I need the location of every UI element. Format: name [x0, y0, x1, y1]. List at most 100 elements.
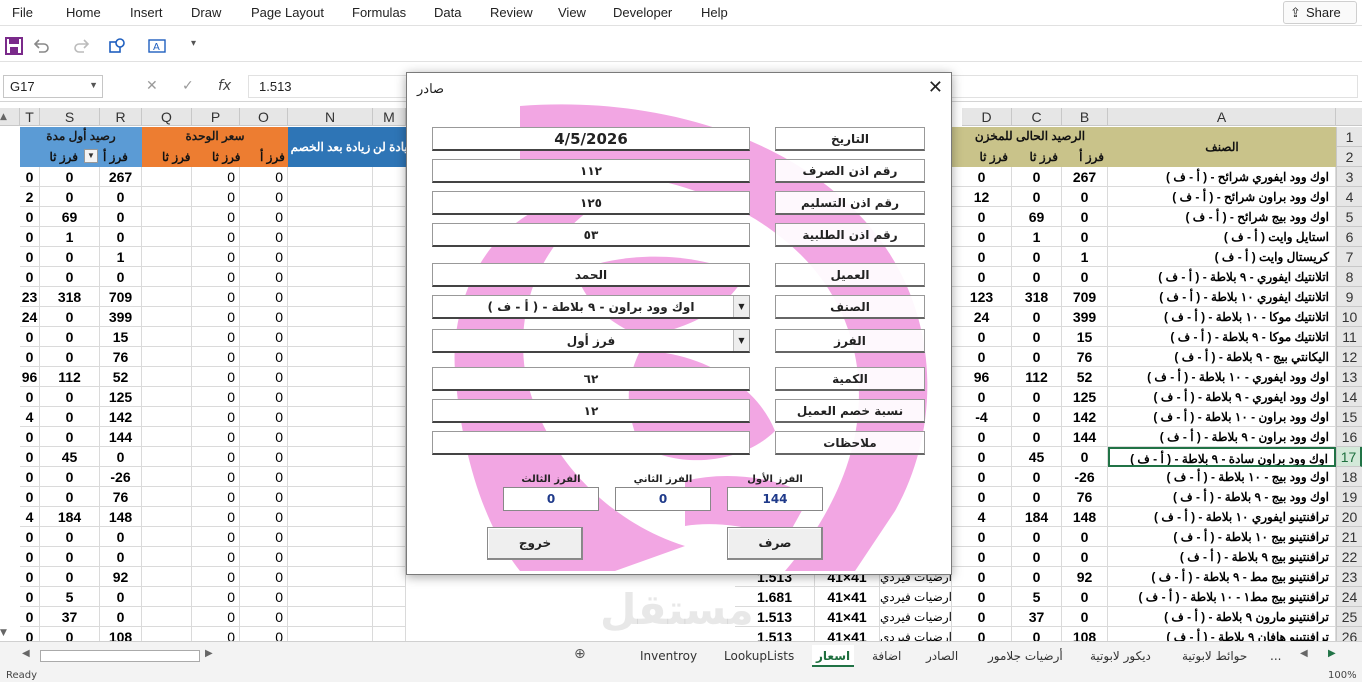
table-cell[interactable]: 0: [192, 207, 240, 227]
table-cell[interactable]: 0: [1012, 547, 1062, 567]
col-header-d[interactable]: D: [962, 108, 1012, 126]
row-header-2[interactable]: 2: [1336, 147, 1362, 167]
save-icon[interactable]: [5, 37, 23, 55]
row-header-22[interactable]: 22: [1336, 547, 1362, 567]
item-name-cell[interactable]: اتلانتيك موكا - ٩ بلاطة - ( أ - ف ): [1108, 327, 1336, 347]
item-select[interactable]: اوك وود براون - ٩ بلاطة - ( أ - ف ) ▼: [432, 295, 750, 319]
filter-icon[interactable]: ▼: [84, 149, 98, 163]
table-cell[interactable]: 0: [952, 567, 1012, 587]
table-cell[interactable]: -26: [100, 467, 142, 487]
item-name-cell[interactable]: اوك وود براون - ١٠ بلاطة - ( أ - ف ): [1108, 407, 1336, 427]
table-cell[interactable]: 318: [1012, 287, 1062, 307]
item-name-cell[interactable]: ترافنتينو هافان ٩ بلاطة - ( أ - ف ): [1108, 627, 1336, 641]
chevron-down-icon[interactable]: ▼: [733, 330, 749, 351]
table-cell[interactable]: 0: [192, 527, 240, 547]
table-cell[interactable]: 0: [1062, 227, 1108, 247]
table-cell[interactable]: [288, 427, 373, 447]
table-cell[interactable]: 148: [100, 507, 142, 527]
table-cell[interactable]: 0: [240, 567, 288, 587]
table-cell[interactable]: 52: [1062, 367, 1108, 387]
name-box[interactable]: G17 ▼: [3, 75, 103, 98]
tab-inventroy[interactable]: Inventroy: [636, 645, 701, 667]
table-cell[interactable]: 0: [240, 607, 288, 627]
table-cell[interactable]: [288, 347, 373, 367]
tab-more[interactable]: ...: [1266, 645, 1285, 667]
category-cell[interactable]: ارضيات فيردي: [880, 607, 952, 627]
table-cell[interactable]: 76: [1062, 487, 1108, 507]
table-cell[interactable]: 0: [100, 587, 142, 607]
row-header-18[interactable]: 18: [1336, 467, 1362, 487]
item-name-cell[interactable]: اوك وود ايفوري - ٩ بلاطة - ( أ - ف ): [1108, 387, 1336, 407]
item-name-cell[interactable]: اليكانتي بيج - ٩ بلاطة - ( أ - ف ): [1108, 347, 1336, 367]
table-cell[interactable]: [373, 527, 406, 547]
table-cell[interactable]: 0: [240, 447, 288, 467]
table-cell[interactable]: 0: [952, 207, 1012, 227]
function-icon[interactable]: fx: [218, 78, 231, 94]
menu-review[interactable]: Review: [490, 5, 533, 20]
table-cell[interactable]: 142: [1062, 407, 1108, 427]
table-cell[interactable]: 148: [1062, 507, 1108, 527]
table-cell[interactable]: [288, 627, 373, 641]
table-cell[interactable]: 0: [1062, 207, 1108, 227]
table-cell[interactable]: 0: [1012, 267, 1062, 287]
col-header-s[interactable]: S: [40, 108, 100, 126]
table-cell[interactable]: 37: [1012, 607, 1062, 627]
redo-icon[interactable]: [73, 37, 91, 55]
table-cell[interactable]: 0: [40, 627, 100, 641]
table-cell[interactable]: 0: [952, 467, 1012, 487]
table-cell[interactable]: 96: [952, 367, 1012, 387]
table-cell[interactable]: 0: [952, 267, 1012, 287]
table-cell[interactable]: [373, 547, 406, 567]
voucher-no-field[interactable]: ١١٢: [432, 159, 750, 183]
table-cell[interactable]: [373, 447, 406, 467]
item-name-cell[interactable]: ترافنتينو مارون ٩ بلاطة - ( أ - ف ): [1108, 607, 1336, 627]
table-cell[interactable]: 184: [1012, 507, 1062, 527]
table-cell[interactable]: [288, 447, 373, 467]
col-header-o[interactable]: O: [240, 108, 288, 126]
table-cell[interactable]: 0: [20, 347, 40, 367]
table-cell[interactable]: 0: [1012, 307, 1062, 327]
table-cell[interactable]: 0: [40, 267, 100, 287]
table-cell[interactable]: 0: [20, 527, 40, 547]
tab-addition[interactable]: اضافة: [868, 645, 905, 667]
table-cell[interactable]: 0: [100, 447, 142, 467]
table-cell[interactable]: 24: [952, 307, 1012, 327]
item-name-cell[interactable]: استايل وايت ( أ - ف ): [1108, 227, 1336, 247]
chevron-down-icon[interactable]: ▼: [733, 296, 749, 317]
table-cell[interactable]: 12: [952, 187, 1012, 207]
item-name-cell[interactable]: كريستال وايت ( أ - ف ): [1108, 247, 1336, 267]
menu-page-layout[interactable]: Page Layout: [251, 5, 324, 20]
table-cell[interactable]: 69: [1012, 207, 1062, 227]
table-cell[interactable]: 0: [20, 247, 40, 267]
table-cell[interactable]: 0: [20, 467, 40, 487]
table-cell[interactable]: 1: [40, 227, 100, 247]
row-header-7[interactable]: 7: [1336, 247, 1362, 267]
item-name-cell[interactable]: اوك وود براون شرائح - ( أ - ف ): [1108, 187, 1336, 207]
scroll-right-icon[interactable]: ▶: [205, 648, 213, 659]
table-cell[interactable]: 709: [1062, 287, 1108, 307]
table-cell[interactable]: 0: [952, 327, 1012, 347]
row-header-21[interactable]: 21: [1336, 527, 1362, 547]
order-no-field[interactable]: ٥٣: [432, 223, 750, 247]
table-cell[interactable]: 709: [100, 287, 142, 307]
row-header-5[interactable]: 5: [1336, 207, 1362, 227]
size-cell[interactable]: 41×41: [815, 627, 880, 641]
table-cell[interactable]: 318: [40, 287, 100, 307]
table-cell[interactable]: [142, 607, 192, 627]
category-cell[interactable]: ارضيات فيردي: [880, 587, 952, 607]
table-cell[interactable]: [288, 247, 373, 267]
table-cell[interactable]: 0: [240, 327, 288, 347]
menu-home[interactable]: Home: [66, 5, 101, 20]
row-header-8[interactable]: 8: [1336, 267, 1362, 287]
item-name-cell[interactable]: ترافنتينو ايفوري ١٠ بلاطة - ( أ - ف ): [1108, 507, 1336, 527]
notes-field[interactable]: [432, 431, 750, 455]
category-cell[interactable]: ارضيات فيردي: [880, 627, 952, 641]
table-cell[interactable]: 2: [20, 187, 40, 207]
table-cell[interactable]: 0: [40, 487, 100, 507]
row-header-13[interactable]: 13: [1336, 367, 1362, 387]
close-icon[interactable]: ✕: [928, 77, 943, 98]
table-cell[interactable]: 23: [20, 287, 40, 307]
table-cell[interactable]: [142, 367, 192, 387]
table-cell[interactable]: 125: [1062, 387, 1108, 407]
table-cell[interactable]: 0: [20, 547, 40, 567]
